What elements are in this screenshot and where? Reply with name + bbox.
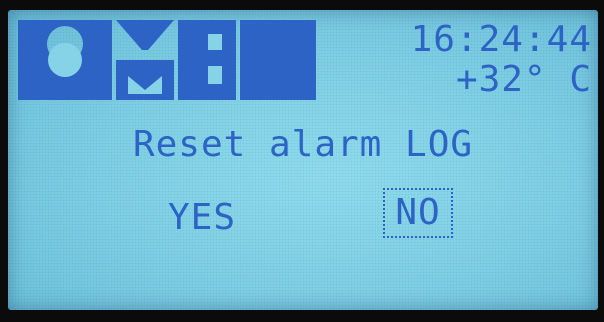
clock-time: 16:24:44 (410, 19, 592, 60)
lcd-screen: 16:24:44 +32° C Reset alarm LOG YES NO (8, 10, 598, 310)
logo-block (240, 20, 316, 100)
dialog-message: Reset alarm LOG (132, 124, 474, 165)
logo-letter-v (116, 20, 174, 50)
no-option-selected[interactable]: NO (383, 188, 453, 238)
omb-logo (18, 20, 316, 100)
yes-option[interactable]: YES (168, 198, 236, 238)
temperature-readout: +32° C (455, 59, 592, 100)
logo-letter-b (178, 20, 236, 100)
